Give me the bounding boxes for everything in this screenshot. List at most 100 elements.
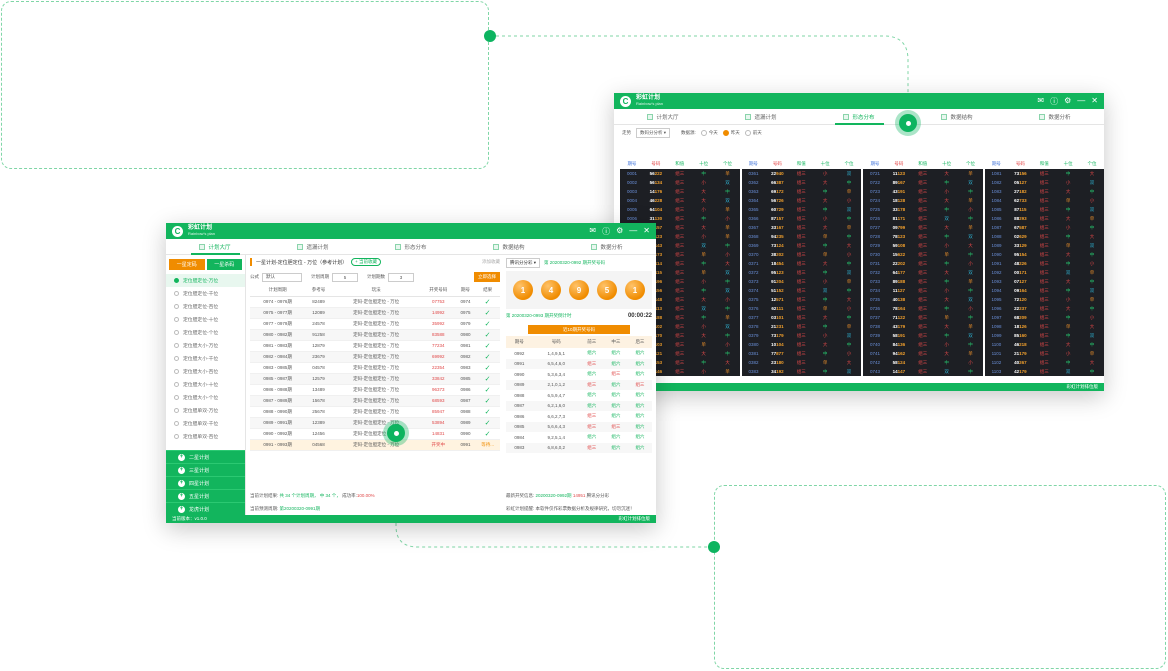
sidebar-item[interactable]: 定位胆单双-千位 bbox=[166, 417, 245, 430]
grid-row: 0727 09799 组三 大 单 bbox=[863, 223, 983, 232]
table-row[interactable]: 0974 - 0976期 82489 定码-定位胆定位 - 万位 07753 0974 ✓ bbox=[250, 296, 500, 308]
table-row[interactable]: 0982 - 0984期 23679 定码-定位胆定位 - 万位 69992 0982 ✓ bbox=[250, 351, 500, 363]
sum-cell: 组三 bbox=[1039, 359, 1049, 365]
minimize-icon[interactable]: — bbox=[629, 226, 637, 237]
option-yesterday[interactable]: 昨天 bbox=[722, 129, 740, 136]
table-cell: 0975 - 0977期 bbox=[250, 307, 306, 319]
table-row[interactable]: 0986 - 0988期 13489 定码-定位胆定位 - 万位 96373 0986 ✓ bbox=[250, 384, 500, 396]
minimize-icon[interactable]: — bbox=[1077, 96, 1085, 107]
settings-icon[interactable]: ⚙ bbox=[1064, 96, 1071, 107]
option-today[interactable]: 今天 bbox=[700, 129, 718, 136]
table-row[interactable]: 0980 - 0982期 91258 定码-定位胆定位 - 万位 83588 0980 ✓ bbox=[250, 329, 500, 341]
sidebar-item[interactable]: 定位胆定位-十位 bbox=[166, 313, 245, 326]
close-icon[interactable]: ✕ bbox=[643, 226, 650, 237]
table-cell: 组六 bbox=[627, 442, 652, 453]
table-cell: 组六 bbox=[587, 350, 597, 356]
select-now-button[interactable]: 立即选择 bbox=[474, 272, 500, 282]
mail-icon[interactable]: ✉ bbox=[589, 226, 596, 237]
shape-cell: 小 bbox=[822, 170, 828, 176]
draw-ball: 5 bbox=[597, 280, 617, 300]
table-row: 0989 2,1,0,1,2 组三 组六 组三 bbox=[506, 379, 652, 390]
table-row[interactable]: 0989 - 0991期 12389 定码-定位胆定位 - 万位 53894 0989 ✓ bbox=[250, 417, 500, 429]
option-day-before[interactable]: 前天 bbox=[744, 129, 762, 136]
tab-plan-hall[interactable]: 计划大厅 bbox=[166, 239, 264, 255]
number-cell: 89167 bbox=[887, 180, 911, 185]
sidebar-item[interactable]: 定位胆单双-万位 bbox=[166, 404, 245, 417]
lottery-select[interactable]: 腾讯分分彩 ▾ bbox=[506, 258, 541, 268]
settings-icon[interactable]: ⚙ bbox=[616, 226, 623, 237]
table-row[interactable]: 0977 - 0979期 24578 定码-定位胆定位 - 万位 35992 0979 ✓ bbox=[250, 318, 500, 330]
number-tail: 123 bbox=[776, 270, 784, 275]
grid-row: 1088 02629 组三 中 大 bbox=[985, 232, 1105, 241]
sidebar-group[interactable]: + 四星计划 bbox=[166, 476, 245, 489]
tab-data-analysis[interactable]: 数据分析 bbox=[1006, 109, 1104, 124]
mail-icon[interactable]: ✉ bbox=[1037, 96, 1044, 107]
sidebar-group[interactable]: + 二星计划 bbox=[166, 450, 245, 463]
grid-row: 0731 22202 组三 中 小 bbox=[863, 259, 983, 268]
close-icon[interactable]: ✕ bbox=[1091, 96, 1098, 107]
sidebar-item[interactable]: 定位胆单双-百位 bbox=[166, 430, 245, 443]
table-row[interactable]: 0981 - 0983期 12879 定码-定位胆定位 - 万位 77234 0981 ✓ bbox=[250, 340, 500, 352]
add-favorite-button[interactable]: + 当前收藏 bbox=[351, 258, 382, 266]
issue-cell: 0724 bbox=[869, 198, 880, 203]
sidebar-group[interactable]: + 三星计划 bbox=[166, 463, 245, 476]
formula-select[interactable]: 默认 bbox=[262, 272, 302, 282]
sidebar-tab-fixed-code[interactable]: 一星定码 bbox=[169, 259, 205, 270]
grid-row: 0002 56134 组三 小 双 bbox=[620, 178, 740, 187]
tab-shape-distribution[interactable]: 形态分布 bbox=[810, 109, 908, 125]
sidebar-tab-kill-code[interactable]: 一星杀码 bbox=[206, 259, 242, 270]
tab-data-analysis[interactable]: 数据分析 bbox=[558, 239, 656, 254]
sidebar-group[interactable]: + 龙虎计划 bbox=[166, 502, 245, 515]
table-cell: 组三 bbox=[603, 421, 628, 432]
table-cell: 15678 bbox=[305, 395, 332, 407]
grid-header-cell: 期号 bbox=[991, 161, 1001, 166]
sidebar-item[interactable]: 定位胆大小-个位 bbox=[166, 391, 245, 404]
hotspot-marker[interactable] bbox=[383, 420, 409, 446]
table-cell: 0990 bbox=[514, 371, 525, 377]
sidebar-item[interactable]: 定位胆大小-十位 bbox=[166, 378, 245, 391]
table-cell: 组六 bbox=[611, 413, 621, 419]
table-row[interactable]: 0991 - 0993期 04568 定码-定位胆定位 - 万位 开奖中 0991 等待.… bbox=[250, 439, 500, 451]
table-cell: 24578 bbox=[305, 318, 332, 330]
shape-cell: 中 bbox=[846, 287, 852, 293]
info-icon[interactable]: ⓘ bbox=[1050, 96, 1058, 107]
tab-data-structure[interactable]: 数据结构 bbox=[908, 109, 1006, 124]
sidebar-item[interactable]: 定位胆定位-个位 bbox=[166, 326, 245, 339]
filter-select[interactable]: 数码分分析 ▾ bbox=[636, 128, 671, 138]
table-row[interactable]: 0987 - 0989期 15678 定码-定位胆定位 - 万位 68593 0987 ✓ bbox=[250, 395, 500, 407]
number-cell: 72120 bbox=[1008, 297, 1032, 302]
cycle-input[interactable]: 5 bbox=[332, 272, 358, 282]
tab-shape-distribution[interactable]: 形态分布 bbox=[362, 239, 460, 254]
sidebar-item[interactable]: 定位胆大小-百位 bbox=[166, 365, 245, 378]
sum-cell: 组三 bbox=[1039, 269, 1049, 275]
hotspot-marker[interactable] bbox=[895, 110, 921, 136]
grid-row: 0001 56222 组三 中 单 bbox=[620, 169, 740, 178]
table-row[interactable]: 0975 - 0977期 12089 定码-定位胆定位 - 万位 14992 0975 ✓ bbox=[250, 307, 500, 319]
count-input[interactable]: 3 bbox=[388, 272, 414, 282]
table-row[interactable]: 0990 - 0992期 12456 定码-定位胆定位 - 万位 14831 0990 ✓ bbox=[250, 428, 500, 440]
sidebar-group[interactable]: + 五星计划 bbox=[166, 489, 245, 502]
sidebar-item[interactable]: 定位胆定位-百位 bbox=[166, 300, 245, 313]
number-cell: 02629 bbox=[1008, 234, 1032, 239]
info-icon[interactable]: ⓘ bbox=[602, 226, 610, 237]
sidebar-item[interactable]: 定位胆大小-万位 bbox=[166, 339, 245, 352]
sidebar-item[interactable]: 定位胆定位-千位 bbox=[166, 287, 245, 300]
shape-cell: 中 bbox=[1089, 278, 1095, 284]
sidebar-item[interactable]: 定位胆定位-万位 bbox=[166, 274, 245, 287]
favorites-link[interactable]: 添加收藏 bbox=[482, 259, 500, 265]
table-row[interactable]: 0988 - 0990期 25678 定码-定位胆定位 - 万位 85947 0988 ✓ bbox=[250, 406, 500, 418]
tab-missing-plan[interactable]: 遗漏计划 bbox=[712, 109, 810, 124]
tab-data-structure[interactable]: 数据结构 bbox=[460, 239, 558, 254]
draw-number: 开奖中 bbox=[431, 441, 446, 447]
table-row[interactable]: 0985 - 0987期 12579 定码-定位胆定位 - 万位 33842 0985 ✓ bbox=[250, 373, 500, 385]
sidebar-item[interactable]: 定位胆大小-千位 bbox=[166, 352, 245, 365]
number-tail: 127 bbox=[1019, 180, 1027, 185]
table-row[interactable]: 0983 - 0985期 04578 定码-定位胆定位 - 万位 22354 0983 ✓ bbox=[250, 362, 500, 374]
tab-plan-hall[interactable]: 计划大厅 bbox=[614, 109, 712, 124]
shape-cell: 小 bbox=[822, 215, 828, 221]
grid-row: 0370 38202 组三 单 小 bbox=[742, 250, 862, 259]
tab-missing-plan[interactable]: 遗漏计划 bbox=[264, 239, 362, 254]
sidebar-item-label: 定位胆定位-千位 bbox=[183, 292, 219, 297]
shape-cell: 中 bbox=[1065, 314, 1071, 320]
table-cell: 0982 bbox=[455, 351, 476, 363]
